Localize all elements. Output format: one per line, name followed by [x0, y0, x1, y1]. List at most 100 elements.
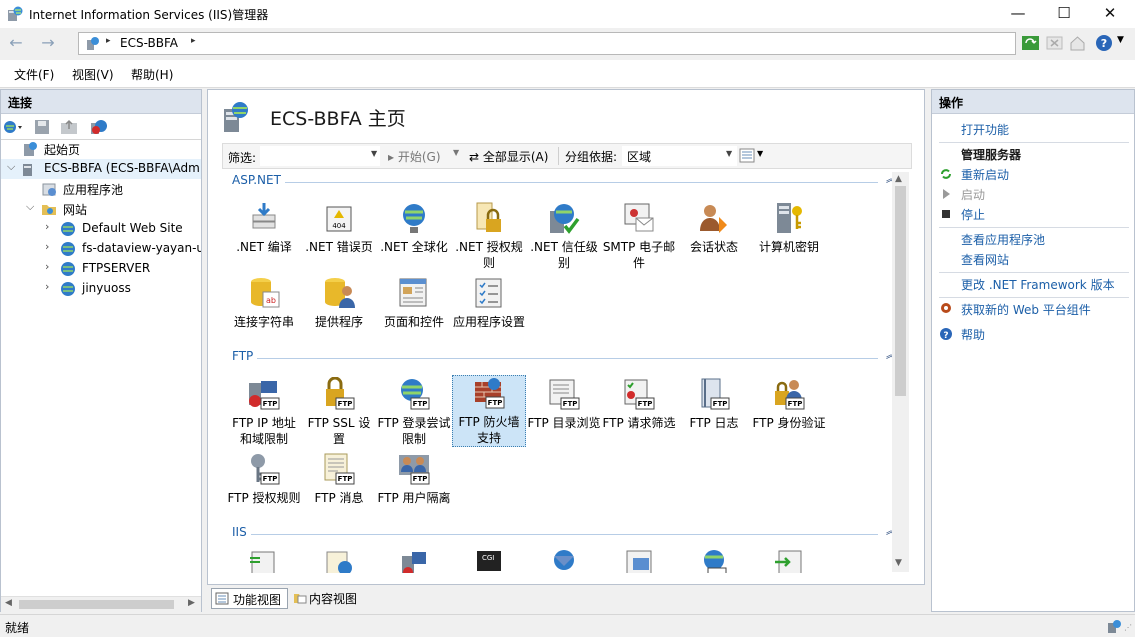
scroll-left-icon[interactable]: ◀: [5, 598, 12, 608]
tree-item-ftpserver[interactable]: › FTPSERVER: [1, 259, 201, 279]
action-view-app-pools[interactable]: 查看应用程序池: [961, 231, 1045, 248]
feature-ftp-logon-attempts[interactable]: FTP FTP 登录尝试限制: [377, 377, 451, 449]
filter-input[interactable]: [260, 146, 380, 166]
tree-item-start-page[interactable]: 起始页: [1, 139, 201, 159]
collapse-chevron-icon[interactable]: ⌵: [7, 160, 15, 174]
feature-app-settings[interactable]: 应用程序设置: [452, 276, 526, 348]
minimize-button[interactable]: —: [995, 0, 1041, 28]
tree-item-sites[interactable]: ⌵ 网站: [1, 199, 201, 219]
feature-connection-strings[interactable]: ab 连接字符串: [227, 276, 301, 348]
tree-item-app-pools[interactable]: 应用程序池: [1, 179, 201, 199]
action-start[interactable]: 启动: [961, 186, 985, 203]
show-all-button[interactable]: ⇄ 全部显示(A): [469, 148, 548, 165]
feature-smtp-email[interactable]: SMTP 电子邮件: [602, 201, 676, 273]
refresh-icon[interactable]: [1021, 34, 1040, 52]
menu-help[interactable]: 帮助(H): [131, 66, 173, 83]
start-filter-button[interactable]: ▸ 开始(G): [388, 148, 441, 165]
feature-providers[interactable]: 提供程序: [302, 276, 376, 348]
tree-item-jinyuoss[interactable]: › jinyuoss: [1, 279, 201, 299]
feature-ftp-directory-browsing[interactable]: FTP FTP 目录浏览: [527, 377, 601, 449]
expand-chevron-icon[interactable]: ›: [45, 280, 49, 293]
iis-feature-5-icon[interactable]: [548, 548, 580, 573]
section-header-iis[interactable]: IIS ︽: [232, 525, 896, 543]
feature-ftp-logging[interactable]: FTP FTP 日志: [677, 377, 751, 449]
maximize-button[interactable]: ☐: [1041, 0, 1087, 28]
section-header-ftp[interactable]: FTP ︽: [232, 349, 896, 367]
action-restart[interactable]: 重新启动: [961, 166, 1009, 183]
section-header-aspnet[interactable]: ASP.NET ︽: [232, 173, 896, 191]
home-icon[interactable]: [1068, 34, 1087, 52]
feature-ftp-ip-restrictions[interactable]: FTP FTP IP 地址和域限制: [227, 377, 301, 449]
collapse-chevron-icon[interactable]: ⌵: [26, 200, 34, 214]
close-button[interactable]: ✕: [1087, 0, 1133, 28]
view-mode-icon[interactable]: [739, 148, 755, 163]
tree-item-fs-dataview[interactable]: › fs-dataview-yayan-u: [1, 239, 201, 259]
tree-item-server[interactable]: ⌵ ECS-BBFA (ECS-BBFA\Adm: [1, 159, 201, 179]
save-icon[interactable]: [34, 119, 50, 135]
feature-net-authorization[interactable]: .NET 授权规则: [452, 201, 526, 273]
vertical-scroll-thumb[interactable]: [895, 186, 906, 396]
menu-view[interactable]: 视图(V): [72, 66, 114, 83]
menu-file[interactable]: 文件(F): [14, 66, 54, 83]
feature-ftp-authentication[interactable]: FTP FTP 身份验证: [752, 377, 826, 449]
help-dropdown-icon[interactable]: ▼: [1117, 35, 1124, 45]
action-get-web-components[interactable]: 获取新的 Web 平台组件: [961, 301, 1091, 318]
resize-grip-icon[interactable]: ⋰: [1124, 623, 1132, 632]
filter-dropdown-icon[interactable]: ▼: [371, 149, 377, 158]
feature-ftp-authorization-rules[interactable]: FTP FTP 授权规则: [227, 452, 301, 524]
forward-arrow-icon[interactable]: →: [36, 33, 60, 55]
group-by-dropdown-icon[interactable]: ▼: [726, 149, 732, 158]
create-connection-icon[interactable]: [3, 119, 23, 135]
feature-machine-key[interactable]: 计算机密钥: [752, 201, 826, 273]
feature-net-compilation[interactable]: .NET 编译: [227, 201, 301, 273]
iis-feature-6-icon[interactable]: [623, 548, 655, 573]
iis-feature-3-icon[interactable]: [398, 548, 430, 573]
action-view-sites[interactable]: 查看网站: [961, 251, 1009, 268]
expand-chevron-icon[interactable]: ›: [45, 240, 49, 253]
toolbar-divider: [558, 147, 559, 165]
tab-features-view[interactable]: 功能视图: [211, 588, 288, 609]
iis-feature-cgi-icon[interactable]: CGI: [473, 548, 505, 573]
expand-chevron-icon[interactable]: ›: [45, 220, 49, 233]
scroll-right-icon[interactable]: ▶: [188, 598, 195, 608]
feature-ftp-user-isolation[interactable]: FTP FTP 用户隔离: [377, 452, 451, 524]
feature-net-trust-level[interactable]: .NET 信任级别: [527, 201, 601, 273]
scroll-down-icon[interactable]: ▼: [895, 558, 902, 568]
up-level-icon[interactable]: [60, 119, 78, 135]
iis-feature-1-icon[interactable]: [248, 548, 280, 573]
window-title: Internet Information Services (IIS)管理器: [29, 8, 269, 22]
breadcrumb-separator-icon[interactable]: ▸: [191, 36, 196, 46]
feature-label: FTP 身份验证: [752, 416, 826, 430]
iis-feature-8-icon[interactable]: [773, 548, 805, 573]
action-change-net-version[interactable]: 更改 .NET Framework 版本: [961, 276, 1115, 293]
action-stop[interactable]: 停止: [961, 206, 985, 223]
delete-connection-icon[interactable]: [90, 119, 108, 135]
feature-net-globalization[interactable]: .NET 全球化: [377, 201, 451, 273]
address-field[interactable]: ▸ ECS-BBFA ▸: [78, 32, 1016, 55]
feature-ftp-messages[interactable]: FTP FTP 消息: [302, 452, 376, 524]
feature-pages-controls[interactable]: 页面和控件: [377, 276, 451, 348]
tab-content-view[interactable]: 内容视图: [290, 588, 370, 609]
stop-icon[interactable]: [1045, 34, 1064, 52]
scroll-up-icon[interactable]: ▲: [895, 174, 902, 184]
start-dropdown-icon[interactable]: ▼: [453, 148, 459, 157]
tree-item-default-web-site[interactable]: › Default Web Site: [1, 219, 201, 239]
group-by-select[interactable]: 区域 ▼: [622, 146, 737, 166]
breadcrumb-server[interactable]: ECS-BBFA: [120, 36, 178, 50]
back-arrow-icon[interactable]: ←: [4, 33, 28, 55]
feature-net-error-pages[interactable]: 404 .NET 错误页: [302, 201, 376, 273]
view-mode-dropdown-icon[interactable]: ▼: [757, 149, 763, 158]
iis-feature-webdav-icon[interactable]: [698, 548, 730, 573]
help-icon[interactable]: ?: [1095, 34, 1114, 52]
scroll-thumb[interactable]: [19, 600, 174, 609]
feature-ftp-ssl[interactable]: FTP FTP SSL 设置: [302, 377, 376, 449]
feature-ftp-firewall[interactable]: FTP FTP 防火墙支持: [452, 375, 526, 447]
action-help[interactable]: 帮助: [961, 326, 985, 343]
start-icon: [943, 189, 950, 199]
iis-feature-2-icon[interactable]: [323, 548, 355, 573]
feature-session-state[interactable]: 会话状态: [677, 201, 751, 273]
expand-chevron-icon[interactable]: ›: [45, 260, 49, 273]
horizontal-scrollbar[interactable]: ◀ ▶: [1, 596, 201, 612]
action-open-feature[interactable]: 打开功能: [961, 121, 1009, 138]
feature-ftp-request-filtering[interactable]: FTP FTP 请求筛选: [602, 377, 676, 449]
